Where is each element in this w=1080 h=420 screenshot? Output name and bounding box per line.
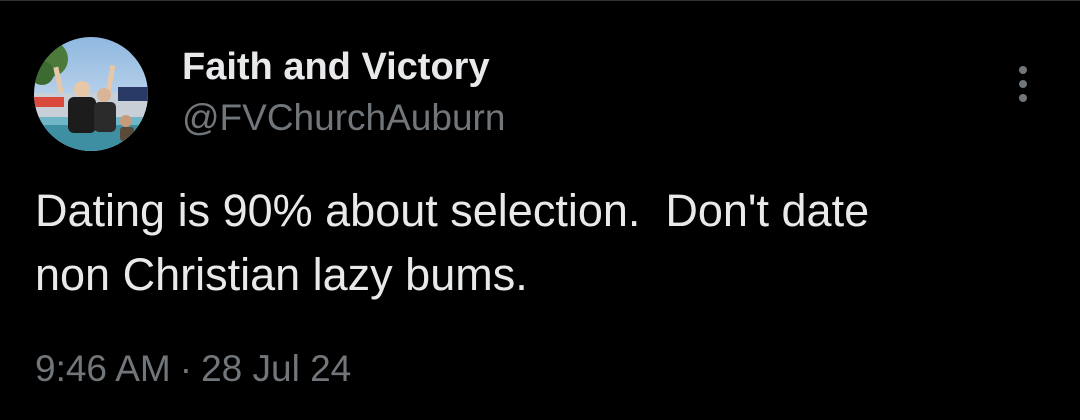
user-handle[interactable]: @FVChurchAuburn <box>182 94 505 142</box>
vertical-more-icon <box>1019 66 1027 102</box>
tweet-date[interactable]: 28 Jul 24 <box>201 348 351 389</box>
tweet-text: Dating is 90% about selection. Don't dat… <box>35 185 870 300</box>
tweet-metadata: 9:46 AM · 28 Jul 24 <box>35 345 351 393</box>
avatar-photo <box>34 37 148 151</box>
meta-separator: · <box>179 348 193 389</box>
tweet-card: Faith and Victory @FVChurchAuburn Dating… <box>0 0 1080 420</box>
display-name[interactable]: Faith and Victory <box>182 43 490 91</box>
avatar[interactable] <box>34 37 148 151</box>
more-options-button[interactable] <box>1000 57 1046 111</box>
tweet-time[interactable]: 9:46 AM <box>35 348 171 389</box>
